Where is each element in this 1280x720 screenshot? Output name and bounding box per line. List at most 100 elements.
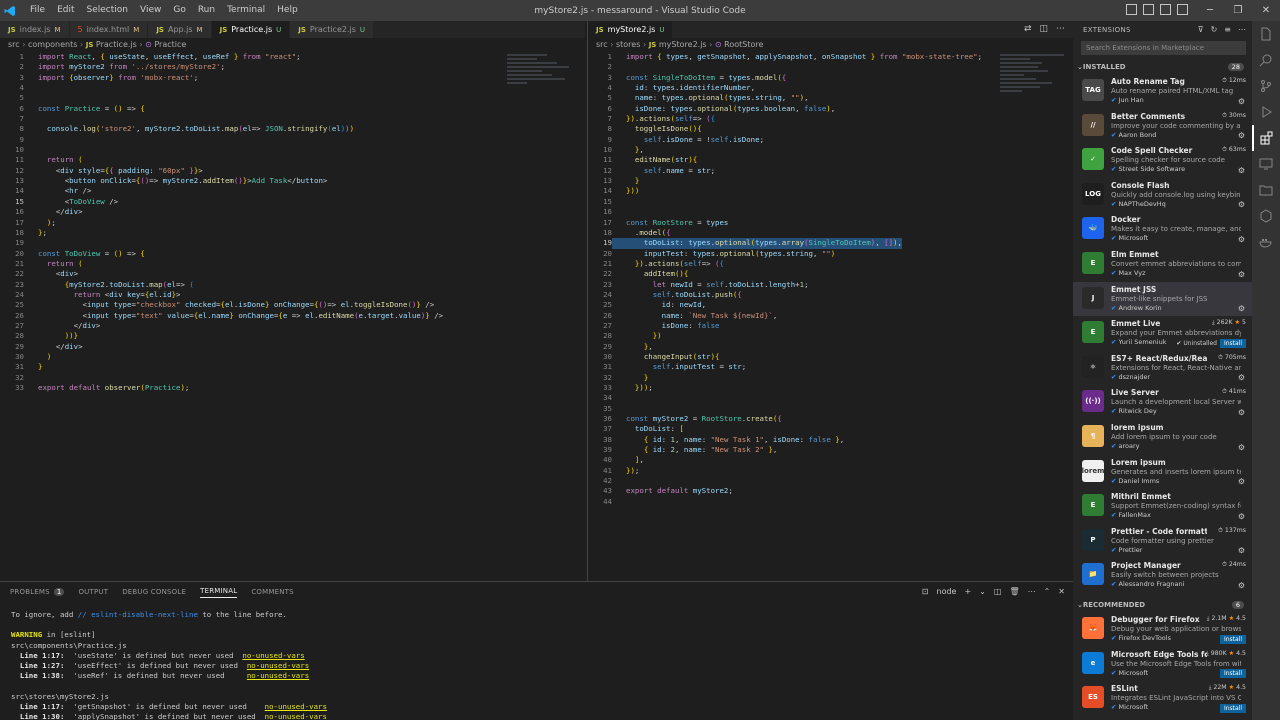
extension-item[interactable]: P Prettier - Code formatter Code formatter… — [1073, 524, 1252, 559]
compare-icon[interactable]: ⇄ — [1024, 24, 1032, 34]
code-line[interactable]: 23 let newId = self.toDoList.length+1; — [588, 280, 1073, 290]
maximize-icon[interactable]: ❐ — [1224, 0, 1252, 21]
tab-practice2-js[interactable]: JS Practice2.js U — [290, 21, 375, 38]
tab-practice-js[interactable]: JS Practice.js U — [211, 21, 291, 38]
search-icon[interactable] — [1252, 47, 1280, 73]
menu-selection[interactable]: Selection — [81, 0, 134, 21]
gear-icon[interactable]: ⚙ — [1238, 373, 1245, 382]
tab-output[interactable]: OUTPUT — [78, 588, 108, 596]
code-editor-left[interactable]: 1 import React, { useState, useEffect, us… — [0, 52, 585, 393]
source-control-icon[interactable] — [1252, 73, 1280, 99]
new-terminal-icon[interactable]: + — [964, 587, 971, 596]
code-line[interactable]: 16 </div> — [0, 207, 585, 217]
code-line[interactable]: 7 — [0, 114, 585, 124]
extension-item[interactable]: E Elm Emmet Convert emmet abbreviations to… — [1073, 247, 1252, 282]
gear-icon[interactable]: ⚙ — [1238, 235, 1245, 244]
gear-icon[interactable]: ⚙ — [1238, 546, 1245, 555]
code-line[interactable]: 14})) — [588, 186, 1073, 196]
code-line[interactable]: 30 ) — [0, 352, 585, 362]
code-line[interactable]: 3 import {observer} from 'mobx-react'; — [0, 73, 585, 83]
terminal-shell-label[interactable]: node — [937, 587, 957, 596]
extension-item[interactable]: ¶ lorem ipsum Add lorem ipsum to your code… — [1073, 420, 1252, 455]
maximize-panel-icon[interactable]: ⌃ — [1044, 587, 1051, 596]
more-actions-icon[interactable]: ⋯ — [1028, 587, 1036, 596]
code-line[interactable]: 8 toggleIsDone(){ — [588, 124, 1073, 134]
menu-help[interactable]: Help — [271, 0, 304, 21]
customize-layout-icon[interactable] — [1177, 4, 1188, 15]
gear-icon[interactable]: ⚙ — [1238, 200, 1245, 209]
tab-app-js[interactable]: JS App.js M — [148, 21, 212, 38]
code-line[interactable]: 8 console.log('store2', myStore2.toDoLis… — [0, 124, 585, 134]
code-line[interactable]: 17 const RootStore = types — [588, 218, 1073, 228]
toggle-secondary-sidebar-icon[interactable] — [1160, 4, 1171, 15]
menu-run[interactable]: Run — [192, 0, 221, 21]
gear-icon[interactable]: ⚙ — [1238, 166, 1245, 175]
tab-mystore2-js[interactable]: JS myStore2.js U — [588, 21, 674, 38]
toggle-panel-icon[interactable] — [1143, 4, 1154, 15]
remote-explorer-icon[interactable] — [1252, 151, 1280, 177]
code-line[interactable]: 18}; — [0, 228, 585, 238]
code-line[interactable]: 26 <input type="text" value={el.name} on… — [0, 311, 585, 321]
clear-icon[interactable]: ≡ — [1224, 25, 1231, 34]
code-line[interactable]: 17 ); — [0, 218, 585, 228]
extension-item[interactable]: LOG Console Flash Quickly add console.log … — [1073, 178, 1252, 213]
code-line[interactable]: 7}).actions(self=> ({ — [588, 114, 1073, 124]
menu-go[interactable]: Go — [167, 0, 191, 21]
gear-icon[interactable]: ⚙ — [1238, 443, 1245, 452]
code-line[interactable]: 29 </div> — [0, 342, 585, 352]
extension-item[interactable]: TAG Auto Rename Tag Auto rename paired HTM… — [1073, 74, 1252, 109]
folder-icon[interactable] — [1252, 177, 1280, 203]
tab-debug-console[interactable]: DEBUG CONSOLE — [122, 588, 186, 596]
code-line[interactable]: 24 self.toDoList.push({ — [588, 290, 1073, 300]
extensions-search-input[interactable]: Search Extensions in Marketplace — [1081, 41, 1246, 55]
tab-index-js[interactable]: JS index.js M — [0, 21, 70, 38]
code-line[interactable]: 28 }) — [588, 331, 1073, 341]
code-line[interactable]: 15 — [588, 197, 1073, 207]
install-button[interactable]: Install — [1219, 703, 1246, 713]
extension-item[interactable]: ((·)) Live Server Launch a development loc… — [1073, 385, 1252, 420]
code-line[interactable]: 16 — [588, 207, 1073, 217]
close-icon[interactable]: ✕ — [1252, 0, 1280, 21]
code-line[interactable]: 10 — [0, 145, 585, 155]
code-line[interactable]: 9 — [0, 135, 585, 145]
code-line[interactable]: 27 isDone: false — [588, 321, 1073, 331]
code-line[interactable]: 13 <button onClick={()=> myStore2.addIte… — [0, 176, 585, 186]
code-line[interactable]: 23 {myStore2.toDoList.map(el=> ( — [0, 280, 585, 290]
extension-item[interactable]: E Emmet Live Expand your Emmet abbreviatio… — [1073, 316, 1252, 351]
gear-icon[interactable]: ⚙ — [1238, 477, 1245, 486]
code-line[interactable]: 10 }, — [588, 145, 1073, 155]
code-line[interactable]: 11 return ( — [0, 155, 585, 165]
code-line[interactable]: 30 changeInput(str){ — [588, 352, 1073, 362]
code-line[interactable]: 22 <div> — [0, 269, 585, 279]
code-line[interactable]: 33 export default observer(Practice); — [0, 383, 585, 393]
code-line[interactable]: 41}); — [588, 466, 1073, 476]
extension-item[interactable]: ✓ Code Spell Checker Spelling checker for … — [1073, 143, 1252, 178]
menu-edit[interactable]: Edit — [51, 0, 80, 21]
filter-icon[interactable]: ⊽ — [1198, 25, 1204, 34]
code-line[interactable]: 29 }, — [588, 342, 1073, 352]
code-line[interactable]: 13 } — [588, 176, 1073, 186]
gear-icon[interactable]: ⚙ — [1238, 581, 1245, 590]
code-editor-right[interactable]: 1 import { types, getSnapshot, applySnaps… — [588, 52, 1073, 507]
code-line[interactable]: 43 export default myStore2; — [588, 486, 1073, 496]
tab-index-html[interactable]: 5 index.html M — [69, 21, 149, 38]
gear-icon[interactable]: ⚙ — [1238, 131, 1245, 140]
gear-icon[interactable]: ⚙ — [1238, 408, 1245, 417]
code-line[interactable]: 15 <ToDoView /> — [0, 197, 585, 207]
code-line[interactable]: 24 return <div key={el.id}> — [0, 290, 585, 300]
code-line[interactable]: 20 inputTest: types.optional(types.strin… — [588, 249, 1073, 259]
menu-view[interactable]: View — [134, 0, 167, 21]
extension-item[interactable]: // Better Comments Improve your code comme… — [1073, 109, 1252, 144]
minimap-right[interactable] — [1000, 52, 1070, 112]
extension-item[interactable]: 🐳 Docker Makes it easy to create, manage, … — [1073, 212, 1252, 247]
refresh-icon[interactable]: ↻ — [1211, 25, 1218, 34]
code-line[interactable]: 19 — [0, 238, 585, 248]
docker-icon[interactable] — [1252, 229, 1280, 255]
code-line[interactable]: 21 }).actions(self=> ({ — [588, 259, 1073, 269]
code-line[interactable]: 40 ], — [588, 455, 1073, 465]
more-actions-icon[interactable]: ⋯ — [1056, 24, 1065, 34]
install-button[interactable]: Install — [1219, 634, 1246, 644]
extension-item[interactable]: J Emmet JSS Emmet-like snippets for JSS ✔ A… — [1073, 281, 1252, 317]
code-line[interactable]: 18 .model({ — [588, 228, 1073, 238]
extension-item[interactable]: E Mithril Emmet Support Emmet(zen-coding) … — [1073, 489, 1252, 524]
